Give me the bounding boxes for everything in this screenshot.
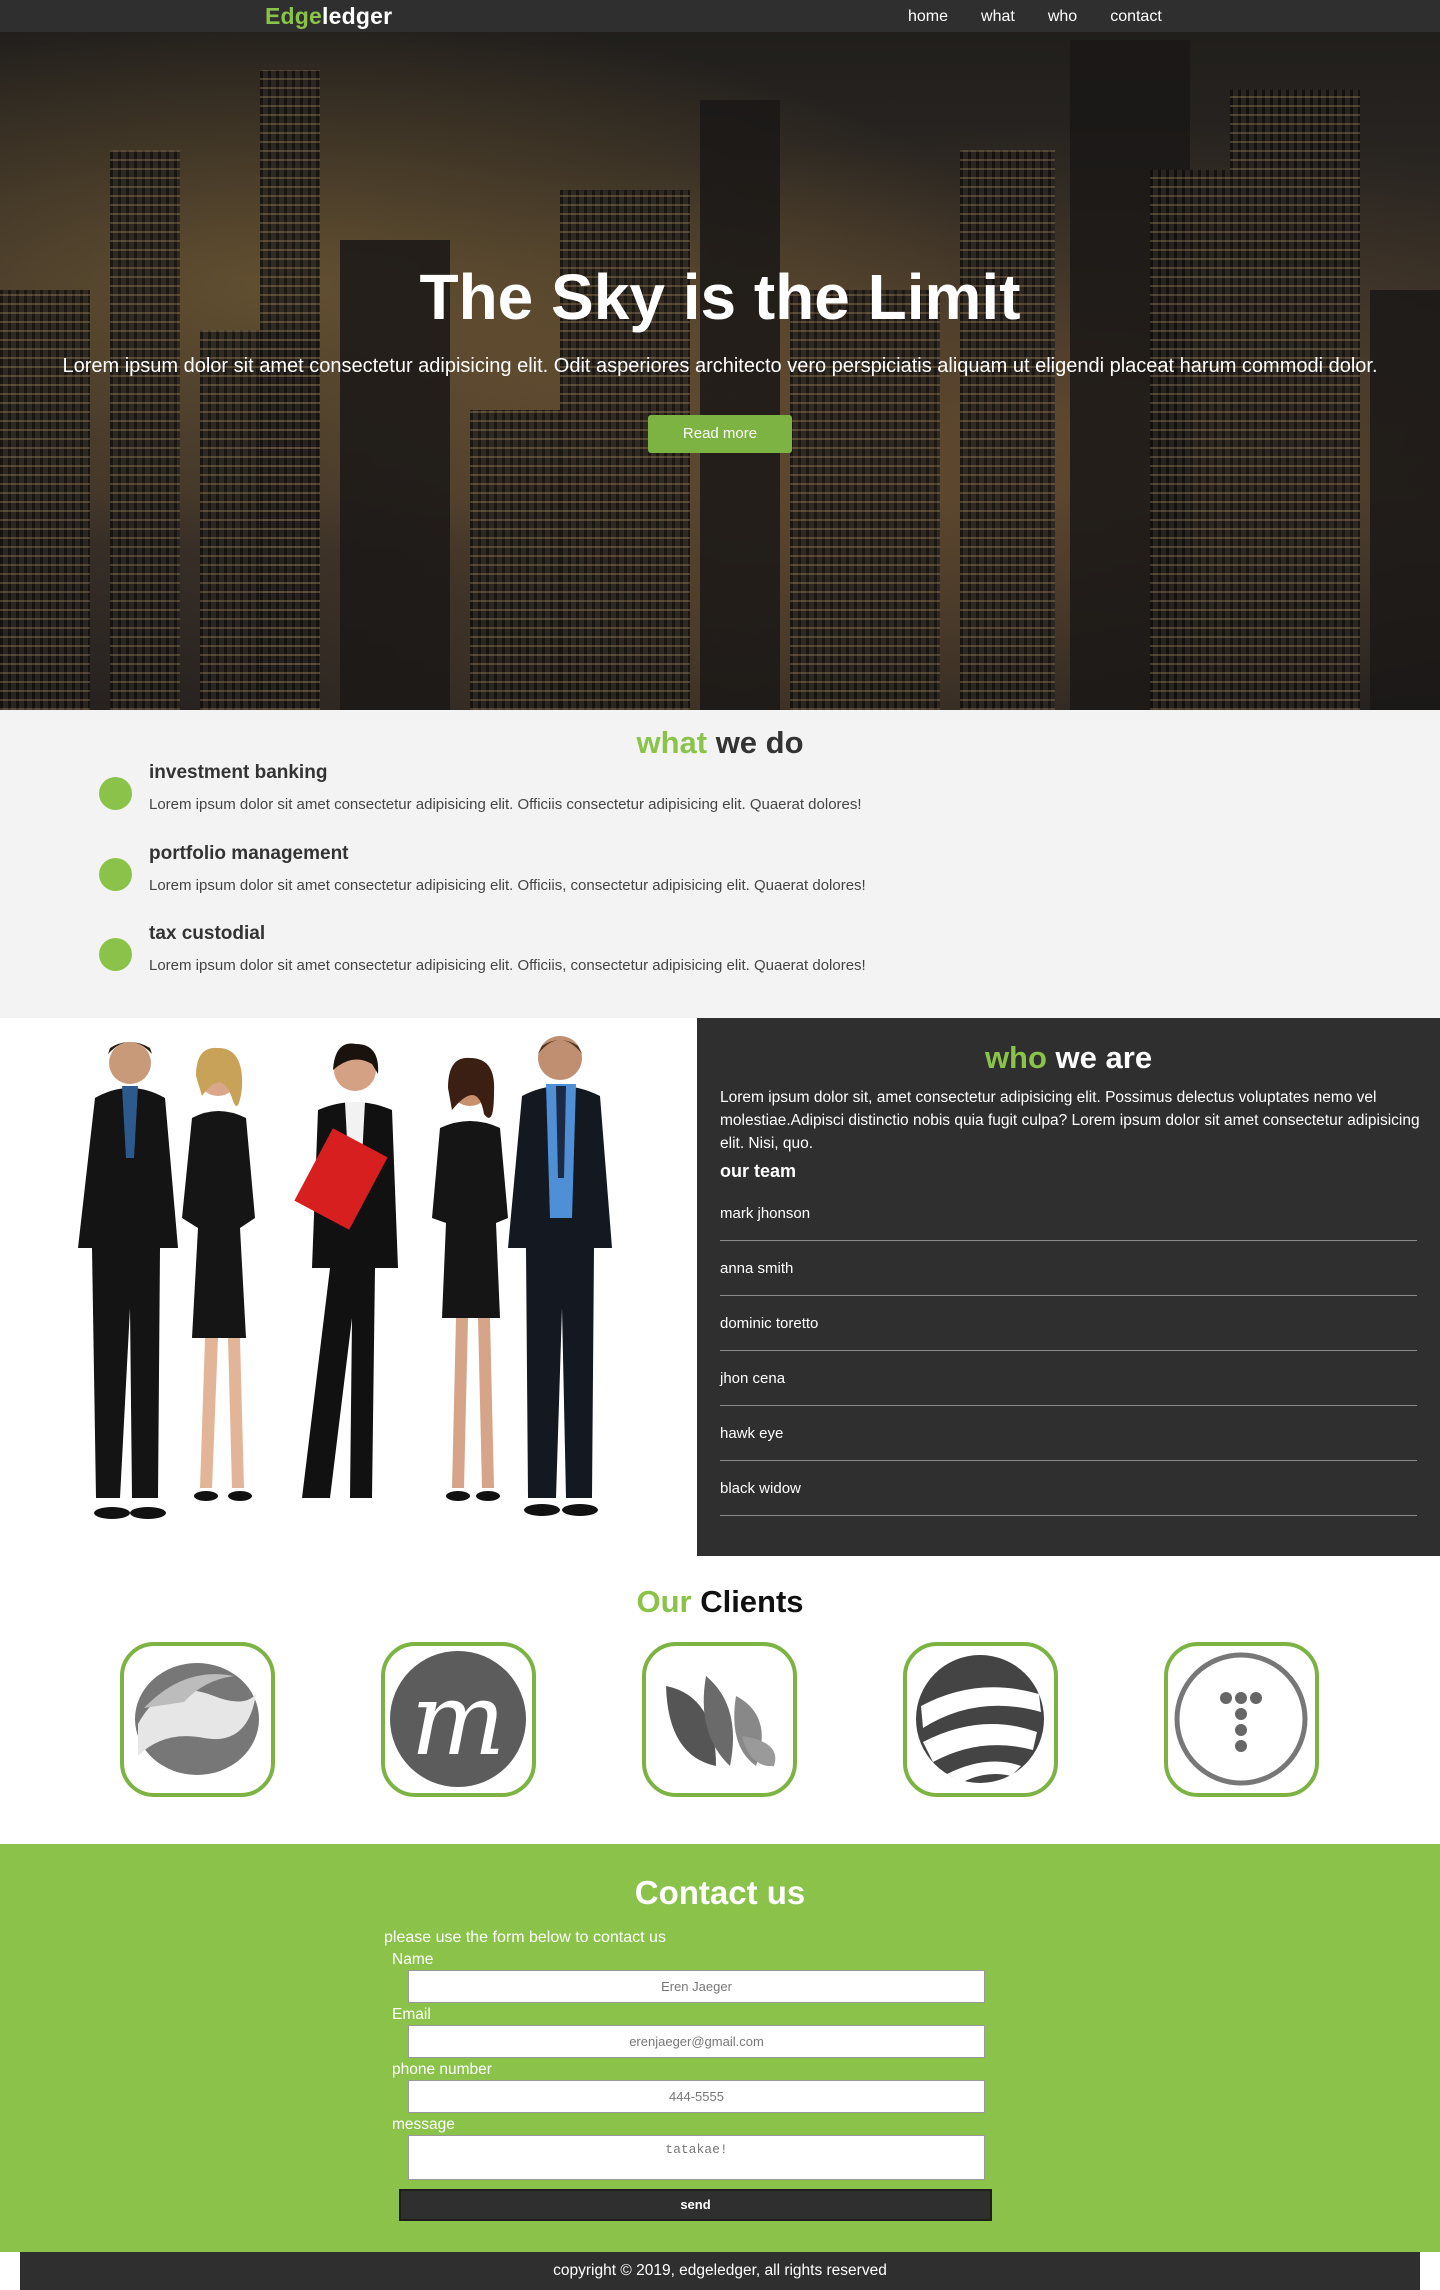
- what-we-do-title-rest: we do: [707, 725, 804, 760]
- nav-link-contact[interactable]: contact: [1110, 8, 1162, 26]
- top-nav: Edgeledger home what who contact: [0, 0, 1440, 32]
- nav-link-who[interactable]: who: [1048, 8, 1077, 26]
- service-description: Lorem ipsum dolor sit amet consectetur a…: [149, 957, 866, 974]
- client-logo-m-icon: m: [381, 1642, 536, 1797]
- team-member: anna smith: [720, 1241, 1417, 1296]
- client-logo-dots-icon: [1164, 1642, 1319, 1797]
- contact-section: Contact us please use the form below to …: [0, 1844, 1440, 2252]
- what-we-do-section: what we do investment banking Lorem ipsu…: [0, 710, 1440, 1018]
- team-member: dominic toretto: [720, 1296, 1417, 1351]
- client-logo-leaves-icon: [642, 1642, 797, 1797]
- team-member: hawk eye: [720, 1406, 1417, 1461]
- clients-title-rest: Clients: [691, 1584, 804, 1619]
- service-name: tax custodial: [149, 923, 266, 944]
- message-field[interactable]: tatakae!: [408, 2135, 985, 2180]
- email-field[interactable]: [408, 2025, 985, 2058]
- team-member: mark jhonson: [720, 1186, 1417, 1241]
- send-button[interactable]: send: [399, 2189, 992, 2221]
- nav-link-what[interactable]: what: [981, 8, 1015, 26]
- service-description: Lorem ipsum dolor sit amet consectetur a…: [149, 877, 866, 894]
- name-label: Name: [392, 1951, 434, 1968]
- phone-field[interactable]: [408, 2080, 985, 2113]
- nav-link-home[interactable]: home: [908, 8, 948, 26]
- team-heading: our team: [720, 1161, 797, 1181]
- bullet-dot-icon: [99, 938, 132, 971]
- hero-section: The Sky is the Limit Lorem ipsum dolor s…: [0, 0, 1440, 710]
- bullet-dot-icon: [99, 858, 132, 891]
- who-we-are-panel: who we are Lorem ipsum dolor sit, amet c…: [697, 1018, 1440, 1556]
- team-photo: [0, 1018, 697, 1556]
- svg-text:m: m: [411, 1661, 506, 1778]
- who-we-are-text: Lorem ipsum dolor sit, amet consectetur …: [720, 1089, 1420, 1152]
- name-field[interactable]: [408, 1970, 985, 2003]
- service-description: Lorem ipsum dolor sit amet consectetur a…: [149, 796, 862, 813]
- contact-title: Contact us: [634, 1874, 806, 1911]
- clients-section: Our Clients m: [0, 1556, 1440, 1844]
- service-name: portfolio management: [149, 843, 349, 864]
- copyright-text: copyright © 2019, edgeledger, all rights…: [553, 2262, 887, 2279]
- email-label: Email: [392, 2006, 431, 2023]
- what-we-do-title: what we do: [0, 710, 1440, 761]
- hero-title: The Sky is the Limit: [419, 261, 1021, 333]
- phone-label: phone number: [392, 2061, 492, 2078]
- bullet-dot-icon: [99, 777, 132, 810]
- logo-rest: ledger: [322, 3, 393, 29]
- team-member: jhon cena: [720, 1351, 1417, 1406]
- team-list: mark jhonson anna smith dominic toretto …: [720, 1186, 1417, 1516]
- read-more-button[interactable]: Read more: [648, 415, 792, 453]
- hero-text: Lorem ipsum dolor sit amet consectetur a…: [62, 355, 1378, 377]
- clients-title: Our Clients: [0, 1556, 1440, 1620]
- who-we-are-title-rest: we are: [1046, 1040, 1153, 1075]
- service-name: investment banking: [149, 762, 328, 783]
- who-we-are-title: who we are: [697, 1018, 1440, 1076]
- nav-links: home what who contact: [908, 8, 1195, 26]
- clients-title-accent: Our: [636, 1584, 692, 1619]
- message-label: message: [392, 2116, 455, 2133]
- what-we-do-title-accent: what: [636, 725, 708, 760]
- who-we-are-section: who we are Lorem ipsum dolor sit, amet c…: [0, 1018, 1440, 1556]
- footer: copyright © 2019, edgeledger, all rights…: [20, 2252, 1420, 2290]
- contact-subtitle: please use the form below to contact us: [384, 1929, 666, 1946]
- logo[interactable]: Edgeledger: [265, 3, 392, 30]
- logo-accent: Edge: [265, 3, 323, 29]
- client-logo-globe-icon: [903, 1642, 1058, 1797]
- client-logo-swirl-icon: [120, 1642, 275, 1797]
- who-we-are-title-accent: who: [984, 1040, 1047, 1075]
- team-member: black widow: [720, 1461, 1417, 1516]
